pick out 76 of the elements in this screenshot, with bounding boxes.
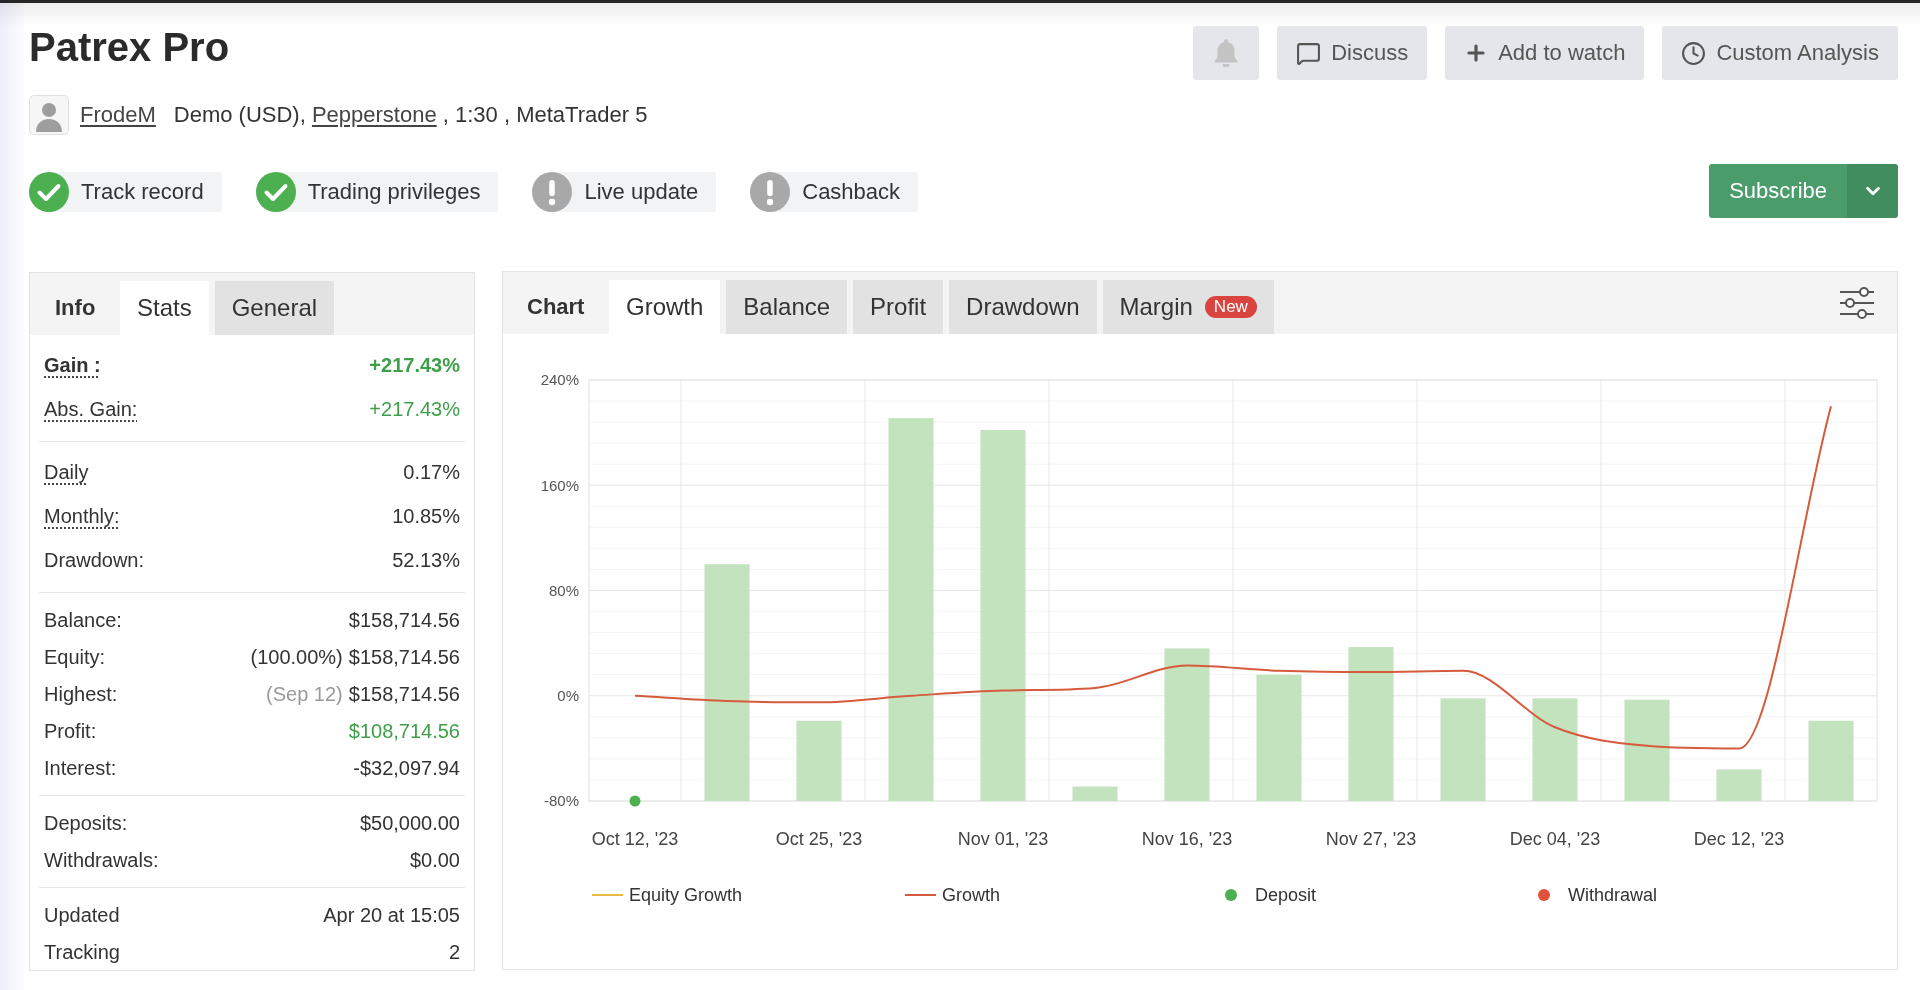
- stat-value: $0.00: [409, 849, 460, 872]
- chart-tab[interactable]: Drawdown: [949, 280, 1097, 334]
- legend-label: Equity Growth: [629, 884, 743, 906]
- stat-label: Abs. Gain:: [44, 397, 138, 421]
- stat-value: $158,714.56: [348, 683, 460, 706]
- x-axis-label: Dec 12, '23: [1693, 829, 1785, 850]
- sliders-icon: [1839, 286, 1875, 320]
- stat-value: +217.43%: [369, 397, 460, 421]
- stat-label: Updated: [44, 904, 120, 927]
- chart-tab[interactable]: Balance: [726, 280, 848, 334]
- stat-value: $50,000.00: [359, 812, 460, 835]
- stat-label: Tracking: [44, 941, 120, 964]
- stat-value: $158,714.56: [348, 609, 460, 632]
- stat-label: Monthly:: [44, 504, 120, 528]
- stat-label: Drawdown:: [44, 548, 145, 572]
- panel-heading: Chart: [526, 293, 586, 321]
- x-axis-label: Dec 04, '23: [1509, 829, 1601, 850]
- panel-heading: Info: [54, 294, 97, 322]
- stat-value: $108,714.56: [348, 720, 460, 743]
- y-axis-label: 80%: [548, 581, 579, 599]
- action-button[interactable]: Add to watch: [1445, 26, 1645, 80]
- stat-note: (Sep 12): [266, 683, 343, 706]
- x-axis-label: Oct 25, '23: [775, 829, 863, 850]
- status-label: Track record: [81, 179, 204, 205]
- deposit-marker: [629, 795, 641, 807]
- stat-label: Withdrawals:: [44, 849, 159, 872]
- legend-label: Withdrawal: [1568, 884, 1658, 906]
- action-button[interactable]: Custom Analysis: [1662, 26, 1898, 80]
- x-axis-label: Nov 27, '23: [1325, 829, 1417, 850]
- chart-tab[interactable]: Margin New: [1102, 280, 1274, 334]
- panel-tab[interactable]: General: [214, 281, 335, 335]
- status-label: Live update: [584, 179, 699, 205]
- x-axis-label: Nov 16, '23: [1141, 829, 1233, 850]
- status-label: Cashback: [802, 179, 901, 205]
- stat-value: Apr 20 at 15:05: [323, 904, 460, 927]
- stat-value: 52.13%: [392, 548, 460, 572]
- status-label: Trading privileges: [307, 179, 481, 205]
- stat-value: 10.85%: [392, 504, 460, 528]
- stat-value: 0.17%: [403, 460, 460, 484]
- stat-value: 2: [448, 941, 460, 964]
- stat-label: Profit:: [44, 720, 97, 743]
- stat-value: $158,714.56: [348, 646, 460, 669]
- chart-bar: [1716, 769, 1762, 801]
- y-axis-label: -80%: [543, 792, 579, 810]
- stat-value: -$32,097.94: [353, 757, 460, 780]
- stat-value: +217.43%: [369, 353, 460, 377]
- username-link[interactable]: FrodeM: [80, 102, 156, 128]
- stat-label: Daily: [44, 460, 89, 484]
- page-title: Patrex Pro: [29, 25, 230, 69]
- stat-label: Deposits:: [44, 812, 128, 835]
- new-badge: New: [1204, 296, 1257, 318]
- account-details: Demo (USD), Pepperstone , 1:30 , MetaTrader 5: [173, 102, 648, 128]
- stat-note: (100.00%): [250, 646, 343, 669]
- speech-bubble-icon: [1296, 40, 1322, 66]
- subscribe-options-button[interactable]: [1847, 164, 1898, 218]
- stat-label: Interest:: [44, 757, 117, 780]
- clock-icon: [1681, 40, 1707, 66]
- user-avatar-icon: [29, 95, 69, 135]
- legend-label: Deposit: [1255, 884, 1317, 906]
- stat-label: Gain :: [44, 353, 101, 377]
- panel-tab[interactable]: Stats: [120, 281, 209, 335]
- broker-link[interactable]: Pepperstone: [311, 102, 437, 127]
- bell-icon: [1214, 39, 1239, 67]
- stat-label: Balance:: [44, 609, 122, 632]
- x-axis-label: Nov 01, '23: [957, 829, 1049, 850]
- y-axis-label: 160%: [540, 476, 579, 494]
- action-button[interactable]: Discuss: [1277, 26, 1428, 80]
- chart-settings-button[interactable]: [1839, 286, 1875, 320]
- y-axis-label: 240%: [540, 371, 579, 389]
- chart-tab[interactable]: Profit: [853, 280, 944, 334]
- stat-label: Equity:: [44, 646, 106, 669]
- x-axis-label: Oct 12, '23: [591, 829, 679, 850]
- stat-label: Highest:: [44, 683, 118, 706]
- y-axis-label: 0%: [557, 687, 579, 704]
- chart-tab[interactable]: Growth: [609, 280, 721, 334]
- legend-label: Growth: [942, 884, 1001, 906]
